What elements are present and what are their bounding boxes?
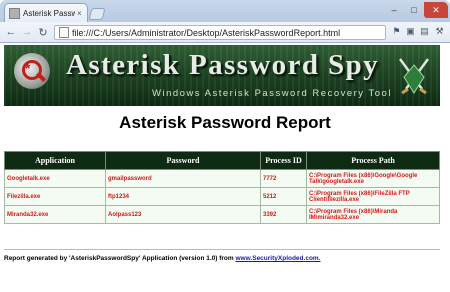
maximize-button[interactable]: □ bbox=[404, 2, 424, 18]
page-icon bbox=[59, 27, 69, 38]
tab-strip: Asterisk Password Report... × ‒ □ ✕ bbox=[0, 0, 450, 23]
tab-close-icon[interactable]: × bbox=[77, 9, 82, 18]
new-tab-button[interactable] bbox=[88, 8, 106, 20]
wrench-icon[interactable]: ⚒ bbox=[434, 26, 445, 37]
tab-title: Asterisk Password Report... bbox=[23, 9, 75, 18]
report-heading: Asterisk Password Report bbox=[119, 113, 331, 132]
back-arrow-icon[interactable]: ← bbox=[4, 25, 18, 39]
browser-tab[interactable]: Asterisk Password Report... × bbox=[4, 3, 88, 23]
application-cell: Filezilla.exe bbox=[4, 187, 106, 206]
address-bar[interactable]: file:///C:/Users/Administrator/Desktop/A… bbox=[54, 25, 386, 40]
table-row: Googletalk.exe gmailpassword 7772 C:\Pro… bbox=[4, 169, 440, 188]
securityxploded-link[interactable]: www.SecurityXploded.com. bbox=[236, 255, 321, 262]
flag-icon[interactable]: ⚑ bbox=[391, 26, 402, 37]
banner-title: Asterisk Password Spy bbox=[66, 49, 379, 81]
password-cell: gmailpassword bbox=[105, 169, 261, 188]
table-row: Miranda32.exe Aolpass123 3392 C:\Program… bbox=[4, 205, 440, 224]
column-header: Process Path bbox=[306, 151, 440, 170]
browser-toolbar: ← → ↻ file:///C:/Users/Administrator/Des… bbox=[0, 22, 450, 43]
close-window-button[interactable]: ✕ bbox=[424, 2, 448, 18]
reload-icon[interactable]: ↻ bbox=[36, 25, 50, 39]
divider bbox=[4, 249, 440, 250]
page-content: * Asterisk Password Spy Windows Asterisk… bbox=[0, 43, 450, 292]
process-path-cell: C:\Program Files (x86)\Google\Google Tal… bbox=[306, 169, 440, 188]
password-table: Application Password Process ID Process … bbox=[4, 151, 440, 224]
minimize-button[interactable]: ‒ bbox=[384, 2, 404, 18]
banner-subtitle: Windows Asterisk Password Recovery Tool bbox=[152, 88, 392, 99]
process-id-cell: 7772 bbox=[260, 169, 307, 188]
application-cell: Miranda32.exe bbox=[4, 205, 106, 224]
magnifier-logo-icon: * bbox=[14, 53, 50, 89]
page-menu-icon[interactable]: ▤ bbox=[419, 26, 430, 37]
table-row: Filezilla.exe ftp1234 5212 C:\Program Fi… bbox=[4, 187, 440, 206]
column-header: Password bbox=[105, 151, 261, 170]
table-header-row: Application Password Process ID Process … bbox=[4, 151, 440, 170]
footer-text: Report generated by 'AsteriskPasswordSpy… bbox=[4, 255, 236, 262]
process-path-cell: C:\Program Files (x86)\Miranda IM\mirand… bbox=[306, 205, 440, 224]
forward-arrow-icon[interactable]: → bbox=[20, 25, 34, 39]
column-header: Process ID bbox=[260, 151, 307, 170]
process-id-cell: 3392 bbox=[260, 205, 307, 224]
address-text: file:///C:/Users/Administrator/Desktop/A… bbox=[72, 27, 341, 38]
password-cell: Aolpass123 bbox=[105, 205, 261, 224]
extension-icon[interactable]: ▣ bbox=[405, 26, 416, 37]
report-footer: Report generated by 'AsteriskPasswordSpy… bbox=[4, 255, 321, 262]
application-cell: Googletalk.exe bbox=[4, 169, 106, 188]
password-cell: ftp1234 bbox=[105, 187, 261, 206]
header-banner: * Asterisk Password Spy Windows Asterisk… bbox=[4, 45, 440, 106]
process-id-cell: 5212 bbox=[260, 187, 307, 206]
page-favicon-icon bbox=[9, 8, 20, 19]
column-header: Application bbox=[4, 151, 106, 170]
browser-window: Asterisk Password Report... × ‒ □ ✕ ← → … bbox=[0, 0, 450, 292]
process-path-cell: C:\Program Files (x86)\FileZilla FTP Cli… bbox=[306, 187, 440, 206]
crossed-swords-icon bbox=[398, 58, 430, 95]
